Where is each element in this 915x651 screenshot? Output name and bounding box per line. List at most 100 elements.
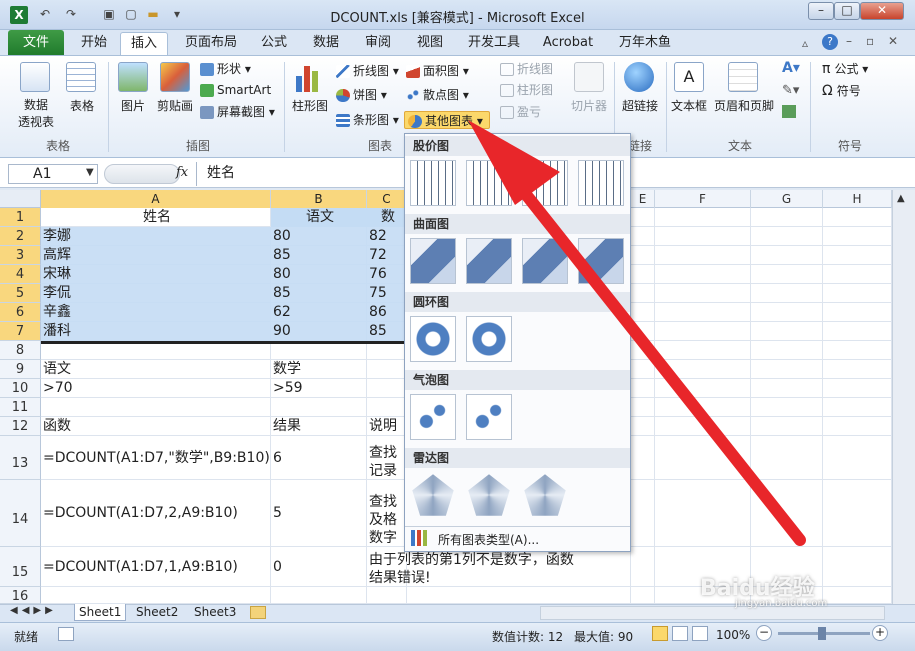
bar-chart-button[interactable]: 条形图 ▾ <box>336 111 399 129</box>
cell-r7-2[interactable]: 85 <box>367 322 407 341</box>
pivot-table-button[interactable]: 数据 透视表 <box>10 97 62 131</box>
all-chart-types-icon[interactable] <box>411 530 427 546</box>
clipart-icon[interactable] <box>160 62 190 92</box>
zoom-level[interactable]: 100% <box>716 628 750 642</box>
line-chart-button[interactable]: 折线图 ▾ <box>336 62 399 80</box>
column-header-f[interactable]: F <box>655 190 751 208</box>
column-header-b[interactable]: B <box>271 190 367 208</box>
picture-icon[interactable] <box>118 62 148 92</box>
row-header-2[interactable]: 2 <box>0 227 41 246</box>
row-header-5[interactable]: 5 <box>0 284 41 303</box>
tab-data[interactable]: 数据 <box>304 32 348 56</box>
page-break-view-icon[interactable] <box>692 626 708 641</box>
doughnut-chart-option-2-icon[interactable] <box>466 316 512 362</box>
clipart-button[interactable]: 剪贴画 <box>154 97 196 114</box>
cell-r14-1[interactable]: 5 <box>271 480 367 547</box>
cell-r13-0[interactable]: =DCOUNT(A1:D7,"数学",B9:B10) <box>41 436 271 480</box>
picture-button[interactable]: 图片 <box>114 97 152 114</box>
cell-r14-2[interactable]: 查找 及格 数字 <box>367 480 407 547</box>
close-button[interactable]: ✕ <box>860 2 904 20</box>
tab-formulas[interactable]: 公式 <box>252 32 296 56</box>
cell-r13-2[interactable]: 查找 记录 <box>367 436 407 480</box>
cell-r7-1[interactable]: 90 <box>271 322 367 341</box>
doc-restore-icon[interactable]: ▫ <box>866 34 874 48</box>
column-header-c[interactable]: C <box>367 190 407 208</box>
scroll-up-icon[interactable]: ▲ <box>897 193 905 204</box>
row-header-16[interactable]: 16 <box>0 587 41 604</box>
doc-minimize-icon[interactable]: – <box>846 34 852 48</box>
normal-view-icon[interactable] <box>652 626 668 641</box>
ribbon-collapse-icon[interactable]: ▵ <box>802 36 808 50</box>
column-header-a[interactable]: A <box>41 190 271 208</box>
macro-record-icon[interactable] <box>58 627 74 641</box>
pivot-table-icon[interactable] <box>20 62 50 92</box>
cell-r4-2[interactable]: 76 <box>367 265 407 284</box>
cell-r13-1[interactable]: 6 <box>271 436 367 480</box>
tab-wannian[interactable]: 万年木鱼 <box>612 32 678 56</box>
tab-home[interactable]: 开始 <box>72 32 116 56</box>
sheet-tab-2[interactable]: Sheet2 <box>132 604 182 621</box>
area-chart-button[interactable]: 面积图 ▾ <box>406 62 469 80</box>
minimize-button[interactable]: – <box>808 2 834 20</box>
tab-insert[interactable]: 插入 <box>120 32 168 56</box>
cell-r10-0[interactable]: >70 <box>41 379 271 398</box>
screenshot-button[interactable]: 屏幕截图 ▾ <box>200 103 275 121</box>
tab-developer[interactable]: 开发工具 <box>462 32 526 56</box>
row-header-13[interactable]: 13 <box>0 436 41 480</box>
row-header-7[interactable]: 7 <box>0 322 41 341</box>
table-button[interactable]: 表格 <box>62 97 102 114</box>
object-icon[interactable] <box>782 105 796 118</box>
row-header-3[interactable]: 3 <box>0 246 41 265</box>
cell-r5-1[interactable]: 85 <box>271 284 367 303</box>
textbox-icon[interactable]: A <box>674 62 704 92</box>
equation-button[interactable]: π 公式 ▾ <box>822 60 868 78</box>
sheet-nav-icons[interactable]: ◀◀▶▶ <box>10 605 57 616</box>
tab-file[interactable]: 文件 <box>8 30 64 56</box>
bubble-chart-option-1-icon[interactable] <box>410 394 456 440</box>
cell-r3-1[interactable]: 85 <box>271 246 367 265</box>
surface-chart-option-3-icon[interactable] <box>522 238 568 284</box>
row-header-8[interactable]: 8 <box>0 341 41 360</box>
cell-r12-0[interactable]: 函数 <box>41 417 271 436</box>
cell-r6-1[interactable]: 62 <box>271 303 367 322</box>
row-header-4[interactable]: 4 <box>0 265 41 284</box>
stock-chart-option-2-icon[interactable] <box>466 160 512 206</box>
pie-chart-button[interactable]: 饼图 ▾ <box>336 86 387 104</box>
tab-view[interactable]: 视图 <box>408 32 452 56</box>
hyperlink-icon[interactable] <box>624 62 654 92</box>
fx-icon[interactable]: fx <box>176 165 188 180</box>
cell-r7-0[interactable]: 潘科 <box>41 322 271 341</box>
row-header-11[interactable]: 11 <box>0 398 41 417</box>
column-chart-icon[interactable] <box>294 62 324 92</box>
surface-chart-option-2-icon[interactable] <box>466 238 512 284</box>
symbol-button[interactable]: Ω 符号 <box>822 82 861 100</box>
stock-chart-option-1-icon[interactable] <box>410 160 456 206</box>
doc-close-icon[interactable]: ✕ <box>888 34 898 48</box>
stock-chart-option-4-icon[interactable] <box>578 160 624 206</box>
column-header-h[interactable]: H <box>823 190 892 208</box>
cell-r2-0[interactable]: 李娜 <box>41 227 271 246</box>
row-header-1[interactable]: 1 <box>0 208 41 227</box>
column-header-e[interactable]: E <box>631 190 655 208</box>
row-header-15[interactable]: 15 <box>0 547 41 587</box>
hyperlink-button[interactable]: 超链接 <box>618 97 662 114</box>
bubble-chart-option-2-icon[interactable] <box>466 394 512 440</box>
tab-page-layout[interactable]: 页面布局 <box>178 32 244 56</box>
cell-r1-0[interactable]: 姓名 <box>41 208 271 227</box>
zoom-out-icon[interactable]: − <box>756 625 772 641</box>
sheet-tab-1[interactable]: Sheet1 <box>74 604 127 621</box>
cell-r2-2[interactable]: 82 <box>367 227 407 246</box>
other-charts-button[interactable]: 其他图表 ▾ <box>404 111 490 129</box>
cell-r1-1[interactable]: 语文 <box>271 208 367 227</box>
cell-r6-2[interactable]: 86 <box>367 303 407 322</box>
surface-chart-option-4-icon[interactable] <box>578 238 624 284</box>
cell-r4-0[interactable]: 宋琳 <box>41 265 271 284</box>
cell-r6-0[interactable]: 辛鑫 <box>41 303 271 322</box>
maximize-button[interactable]: □ <box>834 2 860 20</box>
zoom-in-icon[interactable]: + <box>872 625 888 641</box>
help-icon[interactable]: ? <box>822 34 838 50</box>
zoom-thumb[interactable] <box>818 627 826 640</box>
cell-r15-2[interactable]: 由于列表的第1列不是数字，函数 结果错误! <box>367 547 607 587</box>
surface-chart-option-1-icon[interactable] <box>410 238 456 284</box>
cell-r4-1[interactable]: 80 <box>271 265 367 284</box>
